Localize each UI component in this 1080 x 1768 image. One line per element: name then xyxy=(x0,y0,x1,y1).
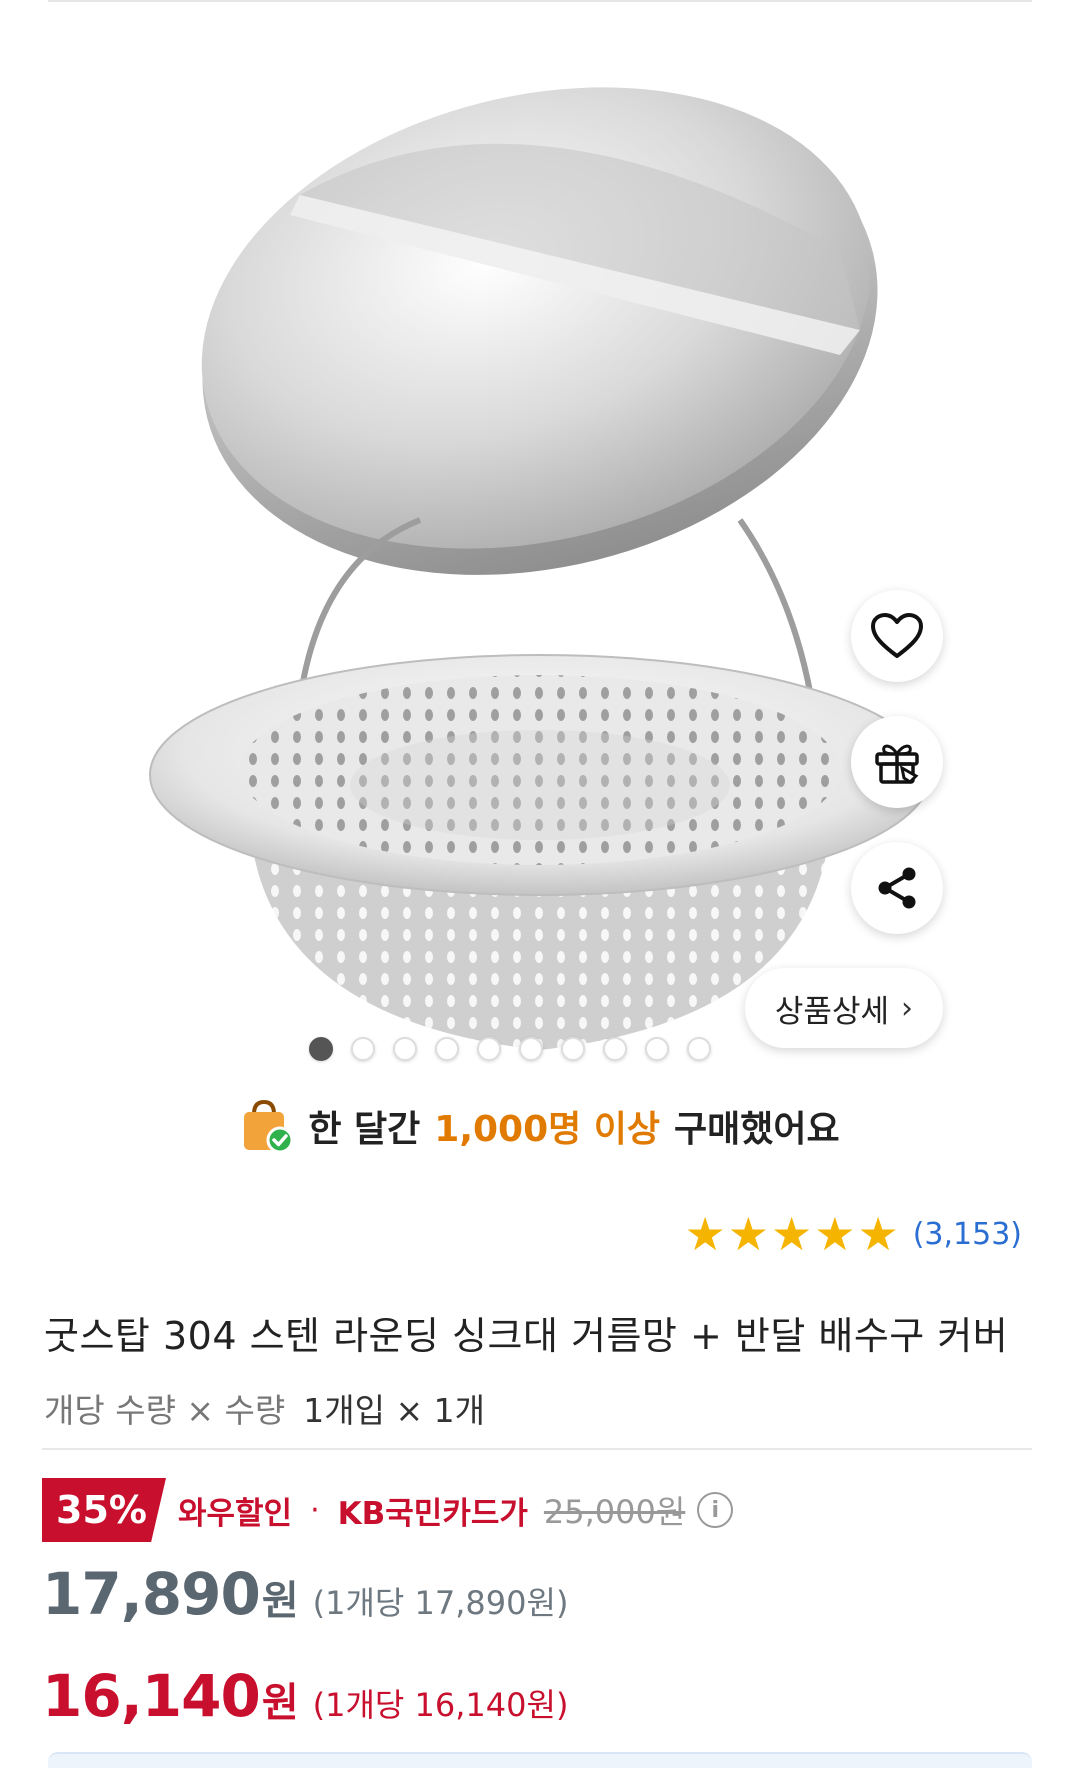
review-count-link[interactable]: (3,153) xyxy=(913,1217,1022,1252)
product-detail-button[interactable]: 상품상세 › xyxy=(744,968,943,1048)
discount-row: 35% 와우할인 · KB국민카드가 25,000원 i xyxy=(42,1478,734,1542)
purchase-suffix: 구매했어요 xyxy=(674,1109,840,1150)
carousel-dot[interactable] xyxy=(519,1037,543,1061)
sale-unit-price: (1개당 17,890원) xyxy=(312,1584,569,1622)
option-label: 개당 수량 × 수량 xyxy=(44,1391,286,1430)
card-price-row: 16,140 원 (1개당 16,140원) xyxy=(42,1662,568,1730)
card-price: 16,140 xyxy=(42,1662,261,1730)
star-rating: ★ ★ ★ ★ ★ xyxy=(684,1211,898,1257)
card-price-unit: 원 xyxy=(261,1680,299,1726)
next-section-edge xyxy=(48,1752,1032,1768)
separator: · xyxy=(310,1492,320,1528)
gift-icon xyxy=(872,738,922,786)
sale-price: 17,890 xyxy=(42,1560,261,1628)
sale-price-row: 17,890 원 (1개당 17,890원) xyxy=(42,1560,568,1628)
card-price-label: KB국민카드가 xyxy=(337,1495,528,1532)
star-icon: ★ xyxy=(770,1207,813,1261)
heart-icon xyxy=(870,612,924,660)
option-value: 1개입 × 1개 xyxy=(303,1391,485,1430)
chevron-right-icon: › xyxy=(901,990,913,1026)
carousel-dot[interactable] xyxy=(351,1037,375,1061)
info-icon[interactable]: i xyxy=(697,1492,734,1528)
star-icon: ★ xyxy=(857,1207,899,1261)
purchase-count-banner: 한 달간 1,000명 이상 구매했어요 xyxy=(0,1098,1080,1154)
wishlist-button[interactable] xyxy=(851,590,943,682)
carousel-indicator xyxy=(0,1037,1050,1061)
carousel-dot[interactable] xyxy=(477,1037,501,1061)
carousel-dot[interactable] xyxy=(561,1037,585,1061)
star-icon: ★ xyxy=(684,1207,726,1261)
carousel-dot[interactable] xyxy=(687,1037,711,1061)
carousel-dot[interactable] xyxy=(393,1037,417,1061)
carousel-dot[interactable] xyxy=(645,1037,669,1061)
carousel-dot[interactable] xyxy=(435,1037,459,1061)
shopping-bag-check-icon xyxy=(240,1098,294,1154)
star-icon: ★ xyxy=(814,1207,856,1261)
card-unit-price: (1개당 16,140원) xyxy=(312,1686,569,1724)
section-divider xyxy=(42,1448,1032,1450)
purchase-highlight: 1,000명 이상 xyxy=(434,1109,661,1150)
purchase-prefix: 한 달간 xyxy=(308,1109,421,1150)
share-icon xyxy=(873,864,921,912)
share-button[interactable] xyxy=(851,842,943,934)
rating-summary[interactable]: ★ ★ ★ ★ ★ (3,153) xyxy=(684,1211,1022,1257)
product-title: 굿스탑 304 스텐 라운딩 싱크대 거름망 + 반달 배수구 커버 xyxy=(44,1314,1009,1358)
carousel-dot[interactable] xyxy=(603,1037,627,1061)
discount-badge: 35% xyxy=(42,1478,166,1542)
product-detail-label: 상품상세 xyxy=(774,993,889,1030)
option-summary: 개당 수량 × 수량 1개입 × 1개 xyxy=(44,1384,485,1432)
star-icon: ★ xyxy=(727,1207,769,1261)
original-price: 25,000원 xyxy=(543,1493,686,1531)
carousel-dot[interactable] xyxy=(309,1037,333,1061)
sale-price-unit: 원 xyxy=(261,1578,299,1624)
gift-button[interactable] xyxy=(851,716,943,808)
wow-discount-label: 와우할인 xyxy=(178,1495,293,1532)
